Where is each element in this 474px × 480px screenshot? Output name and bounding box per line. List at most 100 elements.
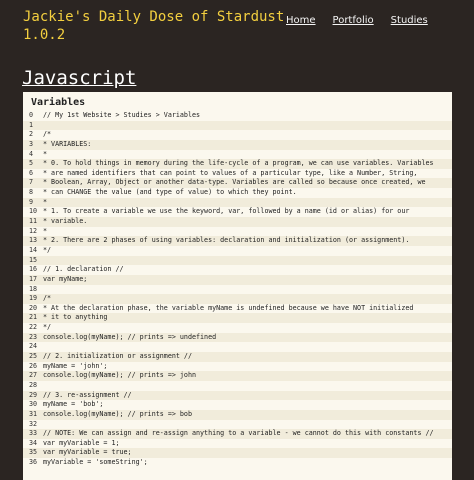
- line-text: var myName;: [43, 274, 88, 283]
- line-number: 34: [29, 438, 38, 447]
- line-number: 10: [29, 207, 38, 216]
- line-number: 17: [29, 274, 38, 283]
- line-number: 12: [29, 226, 38, 235]
- line-number: 16: [29, 265, 38, 274]
- line-number: 6: [29, 168, 34, 177]
- line-number: 0: [29, 111, 34, 119]
- line-text: [41, 256, 43, 266]
- line-text: *: [43, 226, 48, 235]
- line-text: [41, 121, 43, 131]
- site-title: Jackie's Daily Dose of Stardust 1.0.2: [23, 9, 285, 43]
- line-number: 36: [29, 458, 38, 467]
- line-text: myName = 'john';: [43, 361, 108, 370]
- line-text: * VARIABLES:: [43, 139, 92, 148]
- line-text: /*: [43, 294, 52, 303]
- line-number: 19: [29, 294, 38, 303]
- line-text: *: [43, 197, 48, 206]
- line-number: 24: [29, 342, 38, 351]
- line-number: 29: [29, 390, 38, 399]
- line-number: 25: [29, 352, 38, 361]
- line-number: 23: [29, 332, 38, 341]
- line-text: [41, 342, 43, 352]
- line-text: * variable.: [43, 217, 88, 226]
- code-line: 11 * variable.: [23, 217, 452, 227]
- code-line: 36 myVariable = 'someString';: [23, 458, 452, 468]
- code-line: 6 * are named identifiers that can point …: [23, 169, 452, 179]
- code-line: 24: [23, 342, 452, 352]
- line-number: 1: [29, 120, 34, 129]
- line-text: * can CHANGE the value (and type of valu…: [43, 188, 297, 197]
- line-number: 22: [29, 323, 38, 332]
- code-line: 19 /*: [23, 294, 452, 304]
- line-text: [41, 420, 43, 430]
- nav-link-portfolio[interactable]: Portfolio: [333, 15, 374, 26]
- code-line: 1: [23, 120, 452, 131]
- line-number: 28: [29, 380, 38, 389]
- line-number: 3: [29, 139, 34, 148]
- line-number: 4: [29, 149, 34, 158]
- line-number: 7: [29, 178, 34, 187]
- panel-title: Variables: [31, 97, 86, 108]
- line-number: 8: [29, 188, 34, 197]
- line-text: [41, 285, 43, 295]
- line-number: 13: [29, 236, 38, 245]
- line-text: /*: [43, 130, 52, 139]
- code-line: 27 console.log(myName); // prints => john: [23, 371, 452, 381]
- line-text: *: [43, 149, 48, 158]
- code-line: 22 */: [23, 323, 452, 333]
- nav-link-studies[interactable]: Studies: [391, 15, 428, 26]
- line-number: 2: [29, 130, 34, 139]
- line-text: // My 1st Website > Studies > Variables: [43, 111, 201, 119]
- line-text: */: [43, 245, 52, 254]
- line-text: * At the declaration phase, the variable…: [43, 303, 414, 312]
- code-panel: Variables 0 // My 1st Website > Studies >…: [23, 92, 452, 480]
- line-text: myName = 'bob';: [43, 400, 104, 409]
- line-text: * Boolean, Array, Object or another data…: [43, 178, 426, 187]
- code-line: 28: [23, 381, 452, 391]
- code-line: 5 * 0. To hold things in memory during th…: [23, 159, 452, 169]
- code-line: 14 */: [23, 246, 452, 256]
- section-title[interactable]: Javascript: [22, 67, 136, 89]
- code-line: 4 *: [23, 150, 452, 160]
- code-line: 33 // NOTE: We can assign and re-assign a…: [23, 429, 452, 439]
- line-number: 11: [29, 217, 38, 226]
- code-line: 9 *: [23, 197, 452, 208]
- nav-link-home[interactable]: Home: [286, 15, 316, 26]
- line-number: 26: [29, 361, 38, 370]
- code-line: 3 * VARIABLES:: [23, 139, 452, 150]
- line-text: // NOTE: We can assign and re-assign any…: [43, 429, 434, 438]
- line-number: 5: [29, 159, 34, 168]
- line-number: 21: [29, 313, 38, 322]
- line-number: 32: [29, 419, 38, 428]
- line-text: * 0. To hold things in memory during the…: [43, 159, 434, 168]
- code-line: 26 myName = 'john';: [23, 362, 452, 372]
- line-text: console.log(myName); // prints => john: [43, 371, 196, 380]
- code-line: 7 * Boolean, Array, Object or another dat…: [23, 178, 452, 189]
- line-number: 35: [29, 448, 38, 457]
- code-line: 21 * it to anything: [23, 313, 452, 324]
- line-text: * 1. To create a variable we use the key…: [43, 207, 410, 216]
- line-text: // 2. initialization or assignment //: [43, 352, 192, 361]
- code-line: 25 // 2. initialization or assignment //: [23, 352, 452, 362]
- code-block: 0 // My 1st Website > Studies > Variables…: [23, 111, 452, 468]
- code-line: 16 // 1. declaration //: [23, 265, 452, 275]
- line-text: var myVariable = true;: [43, 448, 132, 457]
- code-line: 0 // My 1st Website > Studies > Variables: [23, 111, 452, 121]
- line-text: */: [43, 323, 52, 332]
- line-number: 18: [29, 284, 38, 293]
- code-line: 12 *: [23, 227, 452, 237]
- code-line: 18: [23, 285, 452, 295]
- line-text: // 1. declaration //: [43, 265, 124, 274]
- line-number: 27: [29, 371, 38, 380]
- code-line: 23 console.log(myName); // prints => unde…: [23, 332, 452, 343]
- line-text: console.log(myName); // prints => undefi…: [43, 332, 217, 341]
- line-number: 9: [29, 197, 34, 206]
- code-line: 31 console.log(myName); // prints => bob: [23, 409, 452, 420]
- line-text: * are named identifiers that can point t…: [43, 168, 418, 177]
- line-number: 30: [29, 400, 38, 409]
- line-text: * it to anything: [43, 313, 108, 322]
- line-text: myVariable = 'someString';: [43, 458, 148, 467]
- line-number: 14: [29, 245, 38, 254]
- code-line: 10 * 1. To create a variable we use the k…: [23, 207, 452, 217]
- line-text: * 2. There are 2 phases of using variabl…: [43, 236, 410, 245]
